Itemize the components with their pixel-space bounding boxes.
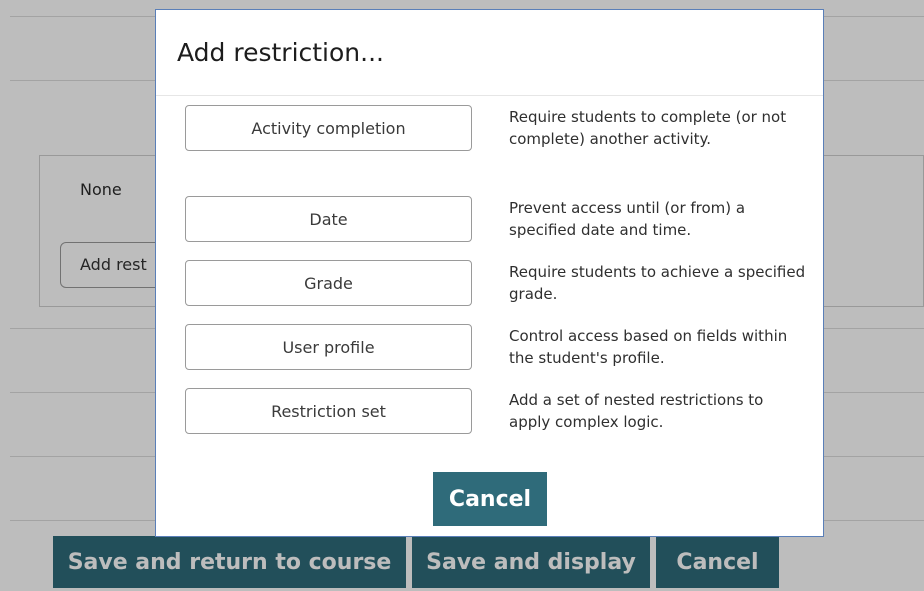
dialog-header: Add restriction... (156, 10, 823, 96)
date-button[interactable]: Date (185, 196, 472, 242)
user-profile-description: Control access based on fields within th… (509, 327, 788, 367)
dialog-cancel-button[interactable]: Cancel (433, 472, 547, 526)
activity-completion-description: Require students to complete (or not com… (509, 108, 787, 148)
date-description: Prevent access until (or from) a specifi… (509, 199, 746, 239)
add-restriction-dialog: Add restriction... Activity completion R… (155, 9, 824, 537)
user-profile-button[interactable]: User profile (185, 324, 472, 370)
grade-button[interactable]: Grade (185, 260, 472, 306)
restriction-set-description: Add a set of nested restrictions to appl… (509, 391, 764, 431)
activity-completion-button[interactable]: Activity completion (185, 105, 472, 151)
grade-description: Require students to achieve a specified … (509, 263, 806, 303)
restriction-set-button[interactable]: Restriction set (185, 388, 472, 434)
page: None Add rest Save and return to course … (0, 0, 924, 591)
dialog-title: Add restriction... (177, 38, 384, 67)
